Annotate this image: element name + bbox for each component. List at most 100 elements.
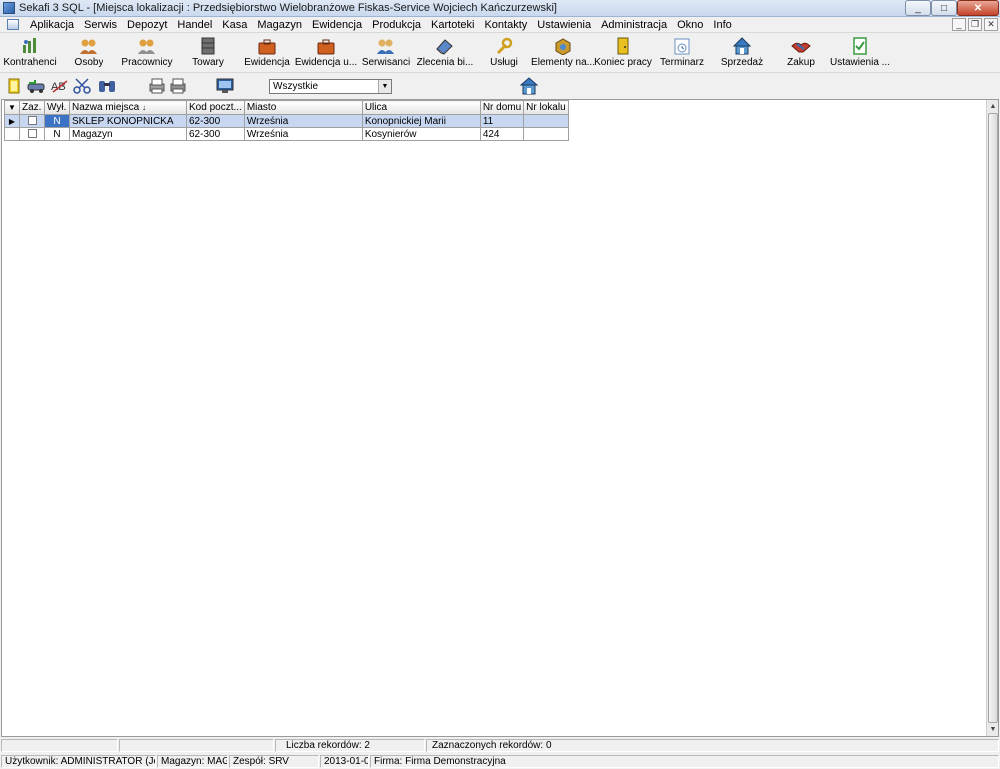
menu-kartoteki[interactable]: Kartoteki <box>426 19 479 31</box>
status-cell-empty-1 <box>1 739 118 752</box>
cell-nr-lokalu[interactable] <box>523 127 569 141</box>
mdi-window-icon[interactable] <box>7 19 19 30</box>
menu-magazyn[interactable]: Magazyn <box>252 19 307 31</box>
toolbar-button-label: Sprzedaż <box>720 57 764 68</box>
menu-okno[interactable]: Okno <box>672 19 708 31</box>
menu-ewidencja[interactable]: Ewidencja <box>307 19 367 31</box>
cell-kod[interactable]: 62-300 <box>186 127 245 141</box>
maximize-button[interactable]: □ <box>931 0 957 16</box>
technicians-icon <box>376 37 396 55</box>
scissors-icon[interactable] <box>72 77 92 95</box>
column-header-wyl[interactable]: Wył. <box>44 100 70 115</box>
box-icon <box>553 37 573 55</box>
menu-produkcja[interactable]: Produkcja <box>367 19 426 31</box>
toolbar-button-14[interactable]: Ustawienia ... <box>830 35 890 71</box>
column-header-nazwa[interactable]: Nazwa miejsca ↓ <box>69 100 187 115</box>
house-icon[interactable] <box>519 77 539 95</box>
print-preview-icon[interactable] <box>148 77 166 95</box>
toolbar-button-13[interactable]: Zakup <box>771 35 831 71</box>
close-button[interactable]: ✕ <box>957 0 999 16</box>
wrench-icon <box>494 37 514 55</box>
toolbar-button-8[interactable]: Usługi <box>474 35 534 71</box>
toolbar-button-9[interactable]: Elementy na... <box>531 35 595 71</box>
column-menu-button[interactable]: ▼ <box>4 100 20 115</box>
cell-nazwa[interactable]: SKLEP KONOPNICKA <box>69 114 187 128</box>
scrollbar-thumb[interactable] <box>988 113 998 723</box>
binoculars-icon[interactable] <box>97 77 117 95</box>
mdi-minimize-button[interactable]: _ <box>952 18 966 31</box>
cell-wyl[interactable]: N <box>44 127 70 141</box>
house-icon <box>732 37 752 55</box>
menu-aplikacja[interactable]: Aplikacja <box>25 19 79 31</box>
cabinet-icon <box>198 37 218 55</box>
column-header-miasto[interactable]: Miasto <box>243 100 363 115</box>
column-header-nr-lokalu[interactable]: Nr lokalu <box>523 100 569 115</box>
vertical-scrollbar[interactable]: ▲ ▼ <box>986 100 998 736</box>
menu-kontakty[interactable]: Kontakty <box>479 19 532 31</box>
toolbar-button-4[interactable]: Ewidencja <box>237 35 297 71</box>
toolbar-button-1[interactable]: Osoby <box>59 35 119 71</box>
cell-nr-domu[interactable]: 11 <box>479 114 525 128</box>
calendar-icon <box>672 37 692 55</box>
status-bar-records: Liczba rekordów: 2 Zaznaczonych rekordów… <box>0 738 1000 753</box>
secondary-toolbar: AB <box>0 74 1000 98</box>
toolbar-button-label: Ustawienia ... <box>829 57 891 68</box>
cell-miasto[interactable]: Września <box>243 114 363 128</box>
cell-ulica[interactable]: Kosynierów <box>361 127 481 141</box>
toolbar-button-label: Osoby <box>74 57 104 68</box>
add-car-icon[interactable] <box>27 77 47 95</box>
toolbar-button-label: Towary <box>192 57 224 68</box>
toolbar-button-12[interactable]: Sprzedaż <box>712 35 772 71</box>
cell-ulica[interactable]: Konopnickiej Marii <box>361 114 481 128</box>
column-header-zaz[interactable]: Zaz. <box>19 100 45 115</box>
toolbar-button-5[interactable]: Ewidencja u... <box>295 35 357 71</box>
toolbar-button-3[interactable]: Towary <box>178 35 238 71</box>
cell-nazwa[interactable]: Magazyn <box>69 127 187 141</box>
menu-administracja[interactable]: Administracja <box>596 19 672 31</box>
status-record-count: Liczba rekordów: 2 <box>275 739 425 752</box>
cell-wyl[interactable]: N <box>44 114 70 128</box>
toolbar-button-7[interactable]: Zlecenia bi... <box>415 35 475 71</box>
monitor-icon[interactable] <box>216 77 234 95</box>
status-team: Zespół: SRV <box>229 755 319 768</box>
row-checkbox[interactable] <box>19 114 45 128</box>
toolbar-button-2[interactable]: Pracownicy <box>117 35 177 71</box>
toolbar-button-11[interactable]: Terminarz <box>652 35 712 71</box>
mdi-restore-button[interactable]: ❐ <box>968 18 982 31</box>
toolbar-button-6[interactable]: Serwisanci <box>356 35 416 71</box>
mdi-close-button[interactable]: ✕ <box>984 18 998 31</box>
menu-handel[interactable]: Handel <box>172 19 217 31</box>
briefcase-icon <box>257 37 277 55</box>
checklist-icon <box>850 37 870 55</box>
chevron-down-icon[interactable]: ▼ <box>378 80 391 93</box>
column-header-nr-domu[interactable]: Nr domu <box>479 100 525 115</box>
grid-header-row: ▼ Zaz. Wył. Nazwa miejsca ↓ Kod poczt...… <box>4 100 569 115</box>
new-record-icon[interactable] <box>7 77 21 95</box>
cell-kod[interactable]: 62-300 <box>186 114 245 128</box>
menu-serwis[interactable]: Serwis <box>79 19 122 31</box>
status-user: Użytkownik: ADMINISTRATOR (Jon M <box>1 755 156 768</box>
cell-nr-lokalu[interactable] <box>523 114 569 128</box>
menu-depozyt[interactable]: Depozyt <box>122 19 172 31</box>
column-header-ulica[interactable]: Ulica <box>361 100 481 115</box>
menu-info[interactable]: Info <box>708 19 736 31</box>
toolbar-button-10[interactable]: Koniec pracy <box>593 35 653 71</box>
menu-kasa[interactable]: Kasa <box>217 19 252 31</box>
toolbar-button-0[interactable]: Kontrahenci <box>0 35 60 71</box>
menu-ustawienia[interactable]: Ustawienia <box>532 19 596 31</box>
cell-nr-domu[interactable]: 424 <box>479 127 525 141</box>
table-row[interactable]: N Magazyn 62-300 Września Kosynierów 424 <box>4 127 569 141</box>
table-row[interactable]: ▶ N SKLEP KONOPNICKA 62-300 Września Kon… <box>4 114 569 128</box>
scroll-down-icon[interactable]: ▼ <box>988 724 998 735</box>
main-toolbar: Kontrahenci Osoby Pracownicy Towary Ewidencj… <box>0 33 1000 73</box>
chart-people-icon <box>20 37 40 55</box>
row-checkbox[interactable] <box>19 127 45 141</box>
minimize-button[interactable]: _ <box>905 0 931 16</box>
spellcheck-icon[interactable]: AB <box>50 77 70 95</box>
toolbar-button-label: Kontrahenci <box>3 57 57 68</box>
column-header-kod[interactable]: Kod poczt... <box>186 100 245 115</box>
scroll-up-icon[interactable]: ▲ <box>988 101 998 112</box>
print-icon[interactable] <box>169 77 187 95</box>
cell-miasto[interactable]: Września <box>243 127 363 141</box>
filter-select[interactable]: Wszystkie ▼ <box>269 79 392 94</box>
